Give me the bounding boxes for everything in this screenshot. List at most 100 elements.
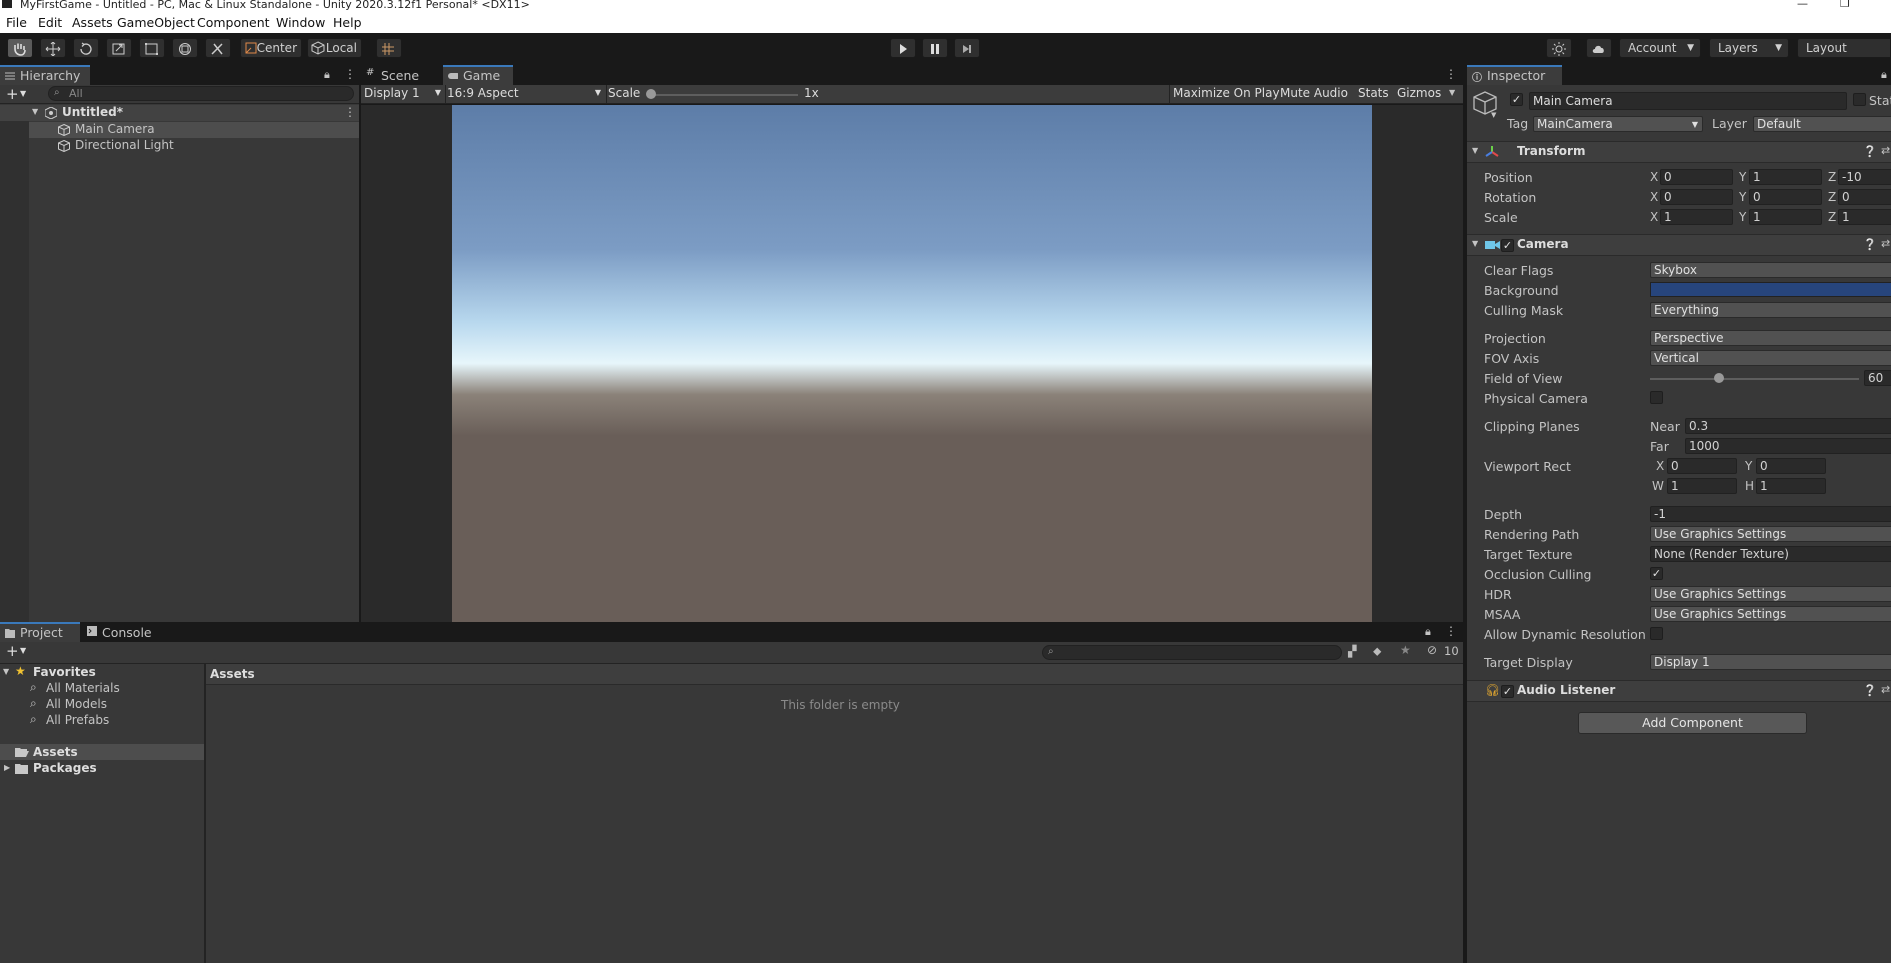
transform-x-field[interactable]: 1 — [1660, 209, 1733, 225]
target-display-dropdown[interactable]: Display 1 — [1650, 654, 1891, 670]
clear-flags-dropdown[interactable]: Skybox — [1650, 262, 1891, 278]
fov-slider-thumb[interactable] — [1713, 373, 1724, 383]
minimize-icon[interactable]: — — [1797, 0, 1808, 9]
preset-settings-icon[interactable]: ⇄ — [1881, 237, 1890, 250]
help-icon[interactable]: ❔ — [1863, 684, 1877, 697]
transform-x-field[interactable]: 0 — [1660, 169, 1733, 185]
culling-mask-dropdown[interactable]: Everything — [1650, 302, 1891, 318]
menu-edit[interactable]: Edit — [38, 15, 62, 30]
pivot-local-toggle[interactable]: Local — [307, 38, 362, 58]
transform-y-field[interactable]: 1 — [1749, 169, 1822, 185]
game-viewport[interactable] — [361, 105, 1463, 622]
viewport-w-field[interactable]: 1 — [1667, 478, 1737, 494]
chevron-down-icon[interactable]: ▼ — [3, 667, 9, 676]
background-color-swatch[interactable] — [1650, 282, 1891, 297]
depth-field[interactable]: -1 — [1650, 506, 1891, 522]
viewport-h-field[interactable]: 1 — [1756, 478, 1826, 494]
star-favorite-icon[interactable]: ★ — [1400, 643, 1411, 657]
tab-scene[interactable]: # Scene — [361, 65, 441, 86]
project-search-input[interactable] — [1042, 645, 1342, 660]
chevron-down-icon[interactable]: ▼ — [20, 89, 26, 98]
hierarchy-item-main-camera[interactable]: Main Camera — [0, 122, 359, 138]
chevron-down-icon[interactable]: ▼ — [32, 107, 38, 116]
grid-snap-button[interactable] — [376, 38, 402, 58]
more-menu-icon[interactable]: ⋮ — [1445, 624, 1457, 638]
chevron-down-icon[interactable]: ▼ — [1472, 239, 1478, 248]
more-menu-icon[interactable]: ⋮ — [1445, 67, 1457, 81]
tab-project[interactable]: Project — [0, 622, 80, 643]
rotate-tool-button[interactable] — [73, 38, 99, 58]
transform-y-field[interactable]: 1 — [1749, 209, 1822, 225]
menu-component[interactable]: Component — [197, 15, 270, 30]
lock-icon[interactable]: 🔒︎ — [1881, 68, 1887, 82]
object-name-field[interactable]: Main Camera — [1529, 92, 1847, 110]
camera-enabled-checkbox[interactable]: ✓ — [1501, 239, 1514, 252]
menu-window[interactable]: Window — [276, 15, 325, 30]
menu-assets[interactable]: Assets — [72, 15, 113, 30]
object-active-checkbox[interactable]: ✓ — [1510, 93, 1523, 106]
more-menu-icon[interactable]: ⋮ — [344, 105, 356, 119]
create-plus-icon[interactable]: + — [6, 85, 19, 103]
transform-z-field[interactable]: -10 — [1838, 169, 1891, 185]
dynamic-resolution-checkbox[interactable] — [1650, 627, 1663, 640]
audio-listener-header[interactable]: 🎧︎ ✓ Audio Listener ❔ ⇄ — [1467, 680, 1891, 702]
favorite-item-all-models[interactable]: All Models — [46, 697, 107, 711]
more-menu-icon[interactable]: ⋮ — [344, 67, 356, 81]
static-checkbox[interactable] — [1853, 93, 1866, 106]
pause-button[interactable] — [922, 38, 948, 58]
add-component-button[interactable]: Add Component — [1578, 712, 1807, 734]
favorite-item-all-prefabs[interactable]: All Prefabs — [46, 713, 109, 727]
step-button[interactable] — [954, 38, 980, 58]
collab-button[interactable] — [1546, 38, 1572, 58]
preset-settings-icon[interactable]: ⇄ — [1881, 144, 1890, 157]
chevron-down-icon[interactable]: ▼ — [20, 646, 26, 655]
gizmos-toggle[interactable]: Gizmos — [1397, 86, 1441, 100]
near-field[interactable]: 0.3 — [1685, 418, 1891, 434]
help-icon[interactable]: ❔ — [1863, 145, 1877, 158]
help-icon[interactable]: ❔ — [1863, 238, 1877, 251]
chevron-down-icon[interactable]: ▼ — [1449, 88, 1455, 97]
transform-header[interactable]: ▼ Transform ❔ ⇄ — [1467, 141, 1891, 163]
favorite-item-all-materials[interactable]: All Materials — [46, 681, 120, 695]
viewport-y-field[interactable]: 0 — [1756, 458, 1826, 474]
label-tag-icon[interactable]: ⬥ — [1373, 644, 1381, 659]
tab-inspector[interactable]: ⓘ Inspector — [1467, 65, 1562, 86]
scene-row[interactable]: ▼ Untitled* ⋮ — [0, 105, 359, 121]
viewport-x-field[interactable]: 0 — [1667, 458, 1737, 474]
hand-tool-button[interactable] — [7, 38, 33, 58]
display-dropdown[interactable]: Display 1 ▼ — [364, 86, 444, 102]
layout-dropdown[interactable]: Layout — [1797, 38, 1891, 58]
projection-dropdown[interactable]: Perspective — [1650, 330, 1891, 346]
lock-icon[interactable]: 🔒︎ — [1425, 625, 1431, 639]
tree-item-assets[interactable]: Assets — [0, 744, 204, 760]
scale-slider-thumb[interactable] — [646, 89, 656, 99]
tag-dropdown[interactable]: MainCamera ▼ — [1533, 116, 1703, 132]
camera-header[interactable]: ▼ ✓ Camera ❔ ⇄ — [1467, 234, 1891, 256]
scale-slider-track[interactable] — [650, 94, 798, 96]
play-button[interactable] — [890, 38, 916, 58]
transform-x-field[interactable]: 0 — [1660, 189, 1733, 205]
fov-axis-dropdown[interactable]: Vertical — [1650, 350, 1891, 366]
splitter[interactable] — [204, 664, 206, 963]
occlusion-culling-checkbox[interactable]: ✓ — [1650, 567, 1663, 580]
create-plus-icon[interactable]: + — [6, 642, 19, 660]
layer-dropdown[interactable]: Default — [1753, 116, 1891, 132]
hdr-dropdown[interactable]: Use Graphics Settings — [1650, 586, 1891, 602]
lock-icon[interactable]: 🔒︎ — [324, 68, 330, 82]
breadcrumb-assets[interactable]: Assets — [210, 667, 255, 681]
mute-audio-toggle[interactable]: Mute Audio — [1280, 86, 1348, 100]
filter-type-icon[interactable]: ▞ — [1348, 645, 1356, 658]
restore-icon[interactable]: ❐ — [1840, 0, 1850, 9]
far-field[interactable]: 1000 — [1685, 438, 1891, 454]
transform-z-field[interactable]: 1 — [1838, 209, 1891, 225]
tab-game[interactable]: Game — [443, 65, 513, 86]
chevron-down-icon[interactable]: ▼ — [1491, 111, 1496, 119]
scale-tool-button[interactable] — [106, 38, 132, 58]
fov-field[interactable]: 60 — [1864, 370, 1891, 386]
cloud-button[interactable] — [1586, 38, 1612, 58]
menu-gameobject[interactable]: GameObject — [117, 15, 195, 30]
rendering-path-dropdown[interactable]: Use Graphics Settings — [1650, 526, 1891, 542]
fov-slider-track[interactable] — [1650, 378, 1859, 380]
chevron-down-icon[interactable]: ▼ — [1472, 146, 1478, 155]
msaa-dropdown[interactable]: Use Graphics Settings — [1650, 606, 1891, 622]
